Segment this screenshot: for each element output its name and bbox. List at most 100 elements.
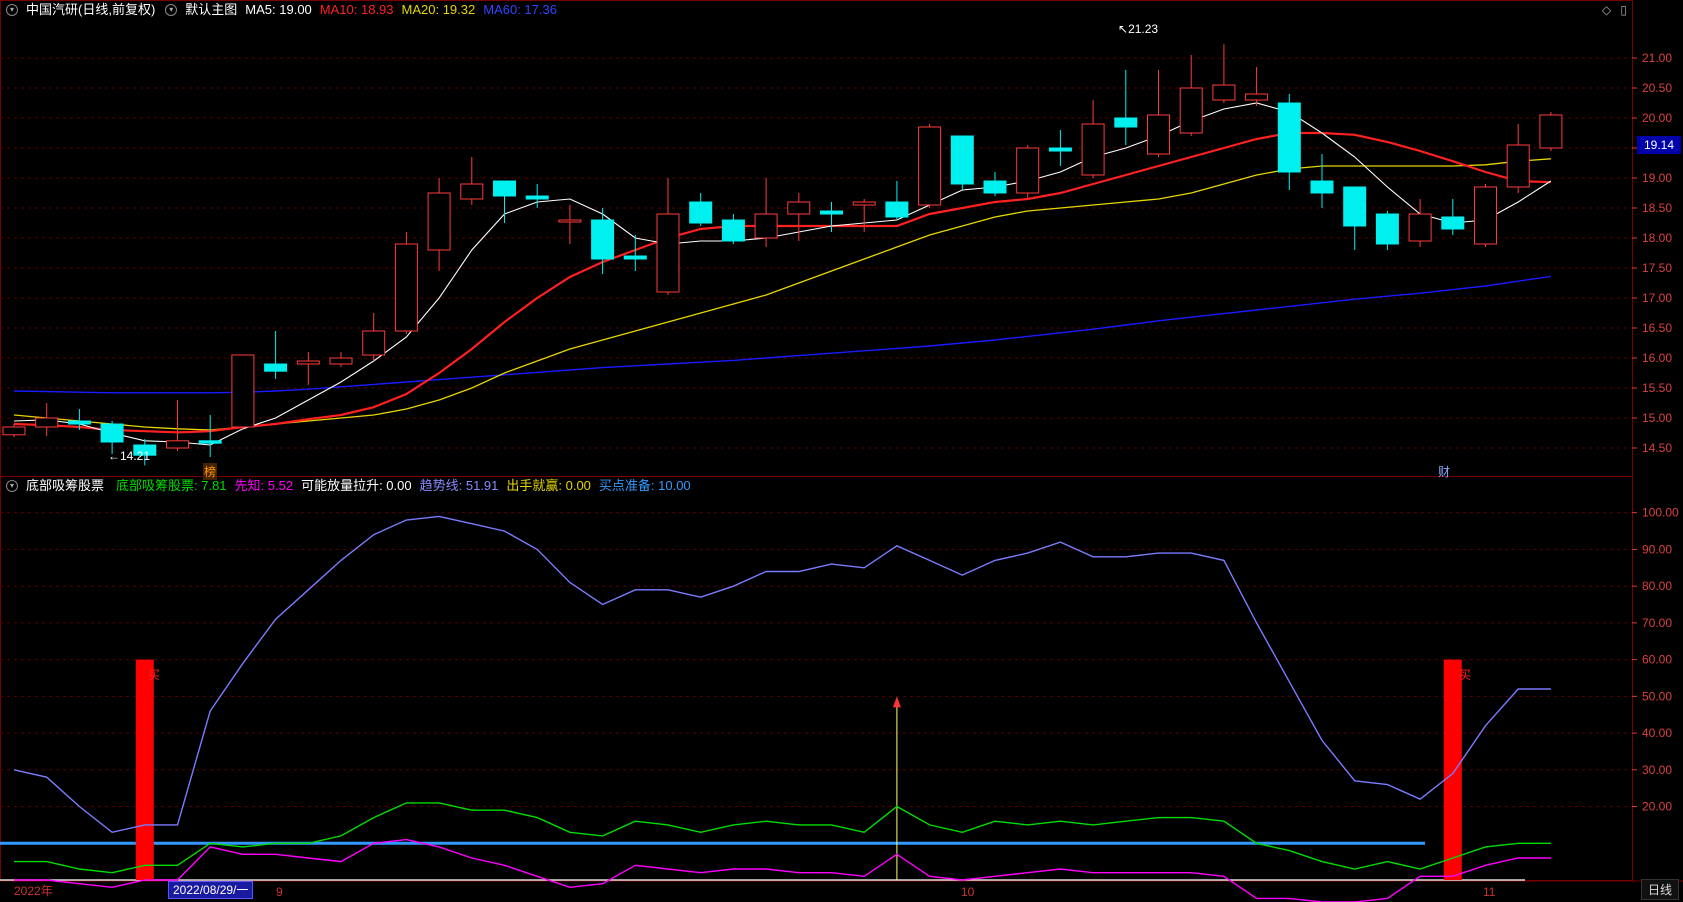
candle-body	[1343, 186, 1367, 227]
chevron-down-icon[interactable]: ▾	[6, 480, 18, 492]
y-tick-label: 18.50	[1642, 201, 1672, 215]
candle-body	[493, 180, 516, 197]
chevron-down-icon[interactable]: ▾	[165, 4, 178, 16]
candle-body	[1179, 87, 1203, 134]
sub-panel-frame	[0, 476, 1633, 881]
candle-body	[296, 360, 320, 365]
candle-body	[1212, 84, 1236, 101]
period-button[interactable]: 日线	[1640, 879, 1679, 900]
candle-body	[1539, 114, 1563, 149]
low-price-label: ←14.21	[108, 449, 151, 463]
candle-body	[525, 195, 549, 200]
candle-body	[820, 210, 843, 215]
cai-tag[interactable]: 财	[1438, 463, 1450, 480]
signal-arrow-head	[892, 696, 901, 708]
y-tick-label: 19.00	[1642, 171, 1672, 185]
y-tick-label: 80.00	[1642, 579, 1672, 593]
y-tick-label: 15.00	[1642, 411, 1672, 425]
bang-tag[interactable]: 榜	[203, 463, 218, 480]
y-tick-label: 50.00	[1642, 689, 1672, 703]
candle-body	[591, 219, 615, 260]
buy-label-2: 买	[1459, 668, 1472, 682]
candle-body	[885, 201, 909, 218]
y-tick-label: 100.00	[1642, 506, 1679, 520]
y-tick-label: 40.00	[1642, 726, 1672, 740]
x-axis-year: 2022年	[14, 884, 53, 898]
current-price-box: 19.14	[1637, 136, 1681, 154]
candle-body	[852, 201, 876, 206]
x-axis-month-10: 10	[961, 885, 975, 899]
main-chart-name[interactable]: 默认主图	[185, 0, 237, 20]
series-green	[14, 802, 1551, 874]
candle-body	[787, 201, 811, 215]
y-tick-label: 70.00	[1642, 616, 1672, 630]
candle-body	[1016, 147, 1040, 194]
buy-signal-bar	[135, 659, 154, 880]
candle-body	[1048, 147, 1072, 152]
candle-body	[427, 192, 451, 251]
y-tick-label: 90.00	[1642, 542, 1672, 556]
candle-body	[1277, 102, 1301, 173]
buy-signal-bar	[1443, 659, 1462, 880]
ma60-value: MA60: 17.36	[483, 2, 557, 17]
y-tick-label: 20.00	[1642, 800, 1672, 814]
candle-body	[721, 219, 745, 242]
y-tick-label: 30.00	[1642, 763, 1672, 777]
candle-body	[950, 135, 974, 185]
window-icon[interactable]: ▯	[1620, 3, 1627, 17]
candle-body	[394, 243, 418, 332]
candle-body	[1375, 213, 1399, 245]
y-tick-label: 16.00	[1642, 351, 1672, 365]
candle-body	[67, 420, 91, 425]
y-tick-label: 17.00	[1642, 291, 1672, 305]
candle-body	[329, 357, 353, 365]
candle-body	[166, 440, 189, 449]
sub-chart-header: ▾ 底部吸筹股票 底部吸筹股票: 7.81 先知: 5.52 可能放量拉升: 0…	[0, 476, 699, 496]
candle-body	[460, 183, 484, 200]
y-tick-label: 17.50	[1642, 261, 1672, 275]
candle-body	[558, 219, 582, 223]
indicator-title[interactable]: 底部吸筹股票	[26, 476, 104, 496]
x-axis-month-9: 9	[276, 885, 283, 899]
y-tick-label: 20.00	[1642, 111, 1672, 125]
ma10-value: MA10: 18.93	[319, 2, 394, 17]
candle-body	[1441, 216, 1465, 230]
buy-label-1: 买	[148, 668, 161, 682]
candle-body	[1081, 123, 1105, 176]
ma20-value: MA20: 19.32	[401, 2, 476, 17]
candle-body	[918, 126, 942, 206]
indicator-value-3: 可能放量拉升: 0.00	[301, 478, 412, 493]
y-tick-label: 15.50	[1642, 381, 1672, 395]
candle-body	[1310, 180, 1334, 194]
y-tick-label: 14.50	[1642, 441, 1672, 455]
cursor-date-box: 2022/08/29/一	[168, 881, 254, 899]
candle-body	[1408, 213, 1432, 242]
y-tick-label: 18.00	[1642, 231, 1672, 245]
indicator-value-6: 买点准备: 10.00	[598, 478, 691, 493]
y-tick-label: 60.00	[1642, 653, 1672, 667]
candle-body	[1245, 93, 1269, 101]
candle-body	[754, 213, 778, 239]
candle-body	[231, 354, 255, 428]
y-tick-label: 20.50	[1642, 81, 1672, 95]
candle-body	[362, 330, 386, 356]
candle-body	[983, 180, 1007, 194]
candle-body	[198, 440, 222, 444]
candle-body	[35, 417, 59, 428]
indicator-value-5: 出手就赢: 0.00	[506, 478, 591, 493]
y-tick-label: 16.50	[1642, 321, 1672, 335]
chart-canvas[interactable]: 14.50 15.00 15.50 16.00 16.50 17.00 17.50 18.00…	[0, 0, 1683, 902]
candle-body	[623, 255, 647, 260]
candle-body	[2, 426, 26, 436]
stock-title[interactable]: 中国汽研(日线,前复权)	[26, 0, 155, 20]
candle-body	[689, 201, 713, 224]
candle-body	[1147, 114, 1170, 155]
chevron-down-icon[interactable]: ▾	[6, 4, 18, 16]
diamond-icon[interactable]: ◇	[1602, 3, 1611, 17]
x-axis-month-11: 11	[1483, 885, 1496, 899]
indicator-value-2: 先知: 5.52	[234, 478, 294, 493]
main-chart-header: ▾ 中国汽研(日线,前复权) ▾ 默认主图 MA5: 19.00 MA10: 1…	[0, 0, 565, 20]
top-right-controls: ◇ ▯	[1602, 3, 1627, 17]
high-price-label: ↖21.23	[1118, 22, 1159, 36]
candle-body	[264, 363, 288, 372]
